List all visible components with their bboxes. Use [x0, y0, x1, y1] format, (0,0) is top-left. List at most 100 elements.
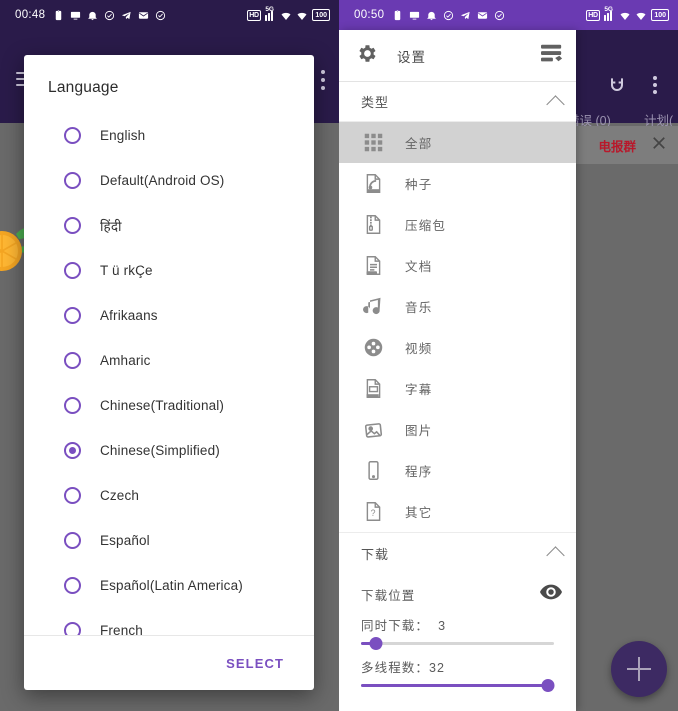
- settings-drawer: 设置 类型 全部种子压缩包文档音乐视频字幕图片程序? 其它 下载: [339, 30, 576, 711]
- thread-count-label: 多线程数：32: [361, 661, 446, 675]
- download-location-row[interactable]: 下载位置: [339, 573, 576, 615]
- status-bar-notification-icons: [392, 9, 505, 21]
- language-option-row[interactable]: Czech: [24, 473, 314, 518]
- language-option-row[interactable]: हिंदी: [24, 203, 314, 248]
- type-section-title: 类型: [361, 95, 390, 110]
- language-option-row[interactable]: Español: [24, 518, 314, 563]
- language-option-row[interactable]: T ü rkÇe: [24, 248, 314, 293]
- chevron-up-icon: [546, 546, 565, 565]
- file-type-row[interactable]: 压缩包: [339, 204, 576, 245]
- drawer-title: 设置: [397, 49, 426, 65]
- radio-unselected-icon[interactable]: [64, 397, 81, 414]
- mail-icon: [138, 10, 149, 21]
- bell-icon: [87, 10, 98, 21]
- bell-icon: [426, 10, 437, 21]
- type-section-header[interactable]: 类型: [339, 82, 576, 122]
- radio-unselected-icon[interactable]: [64, 262, 81, 279]
- svg-text:?: ?: [370, 508, 375, 518]
- download-section-title: 下载: [361, 546, 390, 562]
- status-bar-system-icons: HD 5G 100: [585, 6, 669, 21]
- file-type-label: 视频: [405, 342, 433, 356]
- archive-file-icon: [361, 213, 385, 237]
- language-option-row[interactable]: Español(Latin America): [24, 563, 314, 608]
- status-bar-clock: 00:50: [354, 9, 385, 21]
- slider-thumb[interactable]: [369, 637, 383, 650]
- concurrent-download-setting: 同时下载： 3: [339, 615, 576, 650]
- concurrent-download-slider[interactable]: [361, 637, 554, 650]
- radio-unselected-icon[interactable]: [64, 622, 81, 635]
- wifi-icon: [635, 10, 647, 21]
- file-type-row[interactable]: 程序: [339, 450, 576, 491]
- screenshot-root: 00:48 HD 5G 100 Language English Default…: [0, 0, 678, 711]
- app-bar-actions: [600, 68, 672, 102]
- language-option-row[interactable]: Chinese(Simplified): [24, 428, 314, 473]
- language-option-row[interactable]: French: [24, 608, 314, 635]
- gear-icon[interactable]: [355, 42, 378, 70]
- network-type-label: 5G: [265, 6, 274, 13]
- slider-thumb[interactable]: [541, 679, 555, 692]
- select-button[interactable]: SELECT: [218, 650, 292, 677]
- file-type-label: 其它: [405, 506, 433, 520]
- overflow-menu-icon[interactable]: [321, 70, 325, 94]
- file-type-row[interactable]: 种子: [339, 163, 576, 204]
- radio-selected-icon[interactable]: [64, 442, 81, 459]
- file-type-row[interactable]: 视频: [339, 327, 576, 368]
- chevron-up-icon: [546, 94, 565, 114]
- grid-icon: [361, 131, 385, 155]
- radio-unselected-icon[interactable]: [64, 532, 81, 549]
- wifi-icon: [296, 10, 308, 21]
- close-icon[interactable]: [650, 134, 668, 157]
- file-type-row[interactable]: 字幕: [339, 368, 576, 409]
- language-option-label: Czech: [100, 488, 140, 503]
- radio-unselected-icon[interactable]: [64, 352, 81, 369]
- magnet-icon[interactable]: [600, 68, 634, 102]
- music-note-icon: [361, 295, 385, 319]
- overflow-menu-icon[interactable]: [638, 68, 672, 102]
- file-type-row[interactable]: 全部: [339, 122, 576, 163]
- status-bar-clock: 00:48: [15, 9, 46, 21]
- language-option-label: Amharic: [100, 353, 151, 368]
- eye-icon[interactable]: [540, 584, 562, 605]
- radio-unselected-icon[interactable]: [64, 577, 81, 594]
- status-bar-left: 00:48 HD 5G 100: [0, 0, 339, 30]
- language-option-row[interactable]: Afrikaans: [24, 293, 314, 338]
- radio-unselected-icon[interactable]: [64, 307, 81, 324]
- radio-unselected-icon[interactable]: [64, 172, 81, 189]
- language-option-row[interactable]: English: [24, 113, 314, 158]
- file-type-row[interactable]: 文档: [339, 245, 576, 286]
- right-phone-pane: 00:50 HD 5G 100 错误 (0) 计划(电报群 设置 类型 全部 …: [339, 0, 678, 711]
- radio-unselected-icon[interactable]: [64, 127, 81, 144]
- file-type-label: 种子: [405, 178, 433, 192]
- language-option-label: T ü rkÇe: [100, 263, 153, 278]
- language-option-list[interactable]: English Default(Android OS) हिंदी T ü rkÇe A…: [24, 111, 314, 635]
- tune-icon[interactable]: [540, 42, 564, 69]
- check-shield-icon: [494, 10, 505, 21]
- language-option-label: Default(Android OS): [100, 173, 225, 188]
- wifi-plus-icon: [280, 10, 292, 21]
- check-circle-icon: [443, 10, 454, 21]
- file-type-label: 文档: [405, 260, 433, 274]
- drawer-header: 设置: [339, 30, 576, 82]
- hd-badge: HD: [246, 9, 262, 21]
- clipboard-icon: [53, 9, 64, 21]
- left-phone-pane: 00:48 HD 5G 100 Language English Default…: [0, 0, 339, 711]
- file-type-row[interactable]: ? 其它: [339, 491, 576, 532]
- dialog-title: Language: [48, 79, 119, 96]
- download-section-header[interactable]: 下载: [339, 533, 576, 573]
- add-task-fab[interactable]: [611, 641, 667, 697]
- thread-count-slider[interactable]: [361, 679, 555, 692]
- file-type-row[interactable]: 图片: [339, 409, 576, 450]
- language-option-row[interactable]: Amharic: [24, 338, 314, 383]
- thread-count-setting: 多线程数：32: [339, 657, 576, 692]
- telegram-icon: [460, 10, 471, 21]
- language-option-row[interactable]: Default(Android OS): [24, 158, 314, 203]
- slider-fill: [361, 684, 549, 687]
- clipboard-icon: [392, 9, 403, 21]
- radio-unselected-icon[interactable]: [64, 487, 81, 504]
- plus-icon: [627, 657, 651, 681]
- file-type-row[interactable]: 音乐: [339, 286, 576, 327]
- doc-file-icon: [361, 254, 385, 278]
- language-option-row[interactable]: Chinese(Traditional): [24, 383, 314, 428]
- file-type-list[interactable]: 全部种子压缩包文档音乐视频字幕 图片 程序? 其它: [339, 122, 576, 532]
- radio-unselected-icon[interactable]: [64, 217, 81, 234]
